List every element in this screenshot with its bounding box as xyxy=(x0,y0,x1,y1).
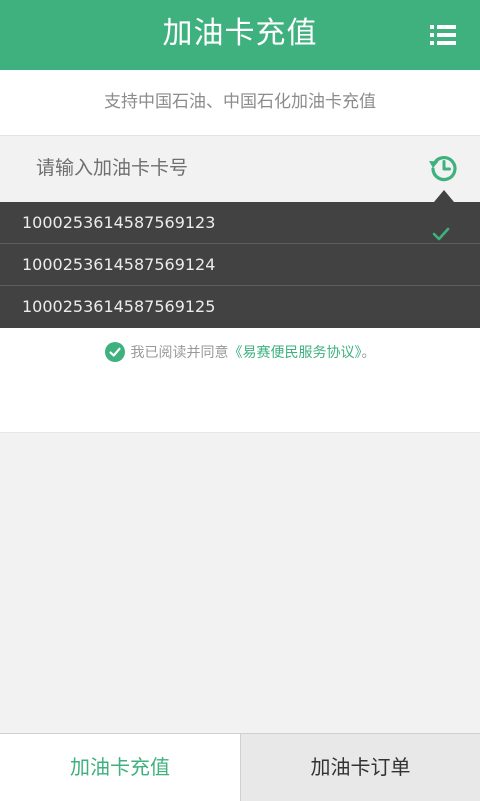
check-circle-icon[interactable] xyxy=(104,342,125,362)
agreement-text: 我已阅读并同意 xyxy=(130,345,229,361)
card-number-input[interactable] xyxy=(36,148,396,188)
agreement-section: 我已阅读并同意《易赛便民服务协议》。 xyxy=(0,328,480,433)
list-icon[interactable] xyxy=(430,24,456,46)
supported-cards-notice: 支持中国石油、中国石化加油卡充值 xyxy=(0,70,480,136)
agreement-row: 我已阅读并同意《易赛便民服务协议》。 xyxy=(0,342,480,362)
history-item[interactable]: 1000253614587569123 xyxy=(0,202,480,244)
history-item[interactable]: 1000253614587569124 xyxy=(0,244,480,286)
history-card-number: 1000253614587569124 xyxy=(22,255,216,274)
bottom-tab-bar: 加油卡充值 加油卡订单 xyxy=(0,733,480,801)
card-number-row xyxy=(0,136,480,202)
agreement-link[interactable]: 《易赛便民服务协议》 xyxy=(229,345,362,361)
tab-card-orders[interactable]: 加油卡订单 xyxy=(241,734,480,801)
history-item[interactable]: 1000253614587569125 xyxy=(0,286,480,328)
history-card-number: 1000253614587569123 xyxy=(22,213,216,232)
history-card-number: 1000253614587569125 xyxy=(22,297,216,316)
history-icon[interactable] xyxy=(428,152,460,184)
dropdown-caret xyxy=(434,190,454,202)
check-icon xyxy=(432,215,450,241)
page-title: 加油卡充值 xyxy=(162,16,318,51)
card-history-dropdown: 1000253614587569123 1000253614587569124 … xyxy=(0,202,480,328)
tab-card-recharge[interactable]: 加油卡充值 xyxy=(0,734,241,801)
app-header: 加油卡充值 xyxy=(0,0,480,70)
agreement-suffix: 。 xyxy=(361,345,376,361)
